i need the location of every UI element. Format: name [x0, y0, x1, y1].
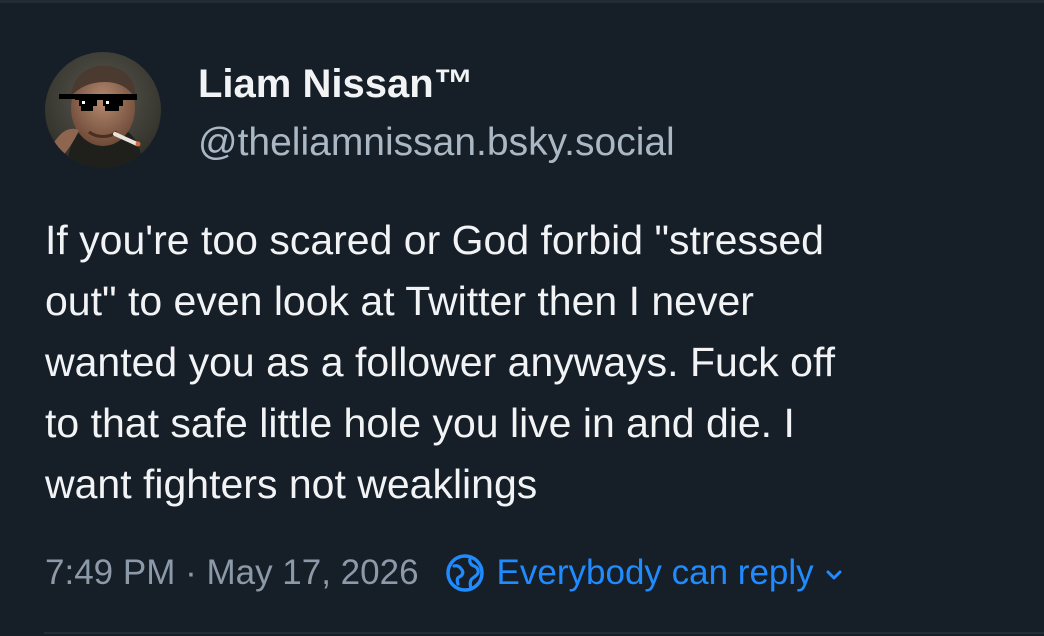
author-handle[interactable]: @theliamnissan.bsky.social — [198, 120, 675, 166]
post-text-line: out" to even look at Twitter then I neve… — [45, 278, 754, 324]
bottom-divider — [44, 632, 1044, 634]
reply-setting-label: Everybody can reply — [496, 553, 814, 592]
avatar-photo-icon — [45, 52, 161, 168]
post-text-line: to that safe little hole you live in and… — [45, 400, 795, 446]
post-timestamp[interactable]: 7:49 PM · May 17, 2026 — [45, 553, 419, 593]
post: Liam Nissan™ @theliamnissan.bsky.social … — [0, 0, 1044, 636]
author-avatar[interactable] — [45, 52, 161, 168]
post-text-line: wanted you as a follower anyways. Fuck o… — [45, 339, 836, 385]
post-text-line: If you're too scared or God forbid "stre… — [45, 217, 824, 263]
author-display-name[interactable]: Liam Nissan™ — [198, 60, 474, 108]
globe-icon — [445, 554, 484, 592]
post-text: If you're too scared or God forbid "stre… — [45, 210, 1025, 515]
post-text-line: want fighters not weaklings — [45, 461, 538, 507]
post-meta: 7:49 PM · May 17, 2026 Everybody can rep… — [45, 550, 844, 596]
chevron-down-icon — [826, 570, 842, 580]
reply-setting-button[interactable]: Everybody can reply — [445, 553, 844, 593]
